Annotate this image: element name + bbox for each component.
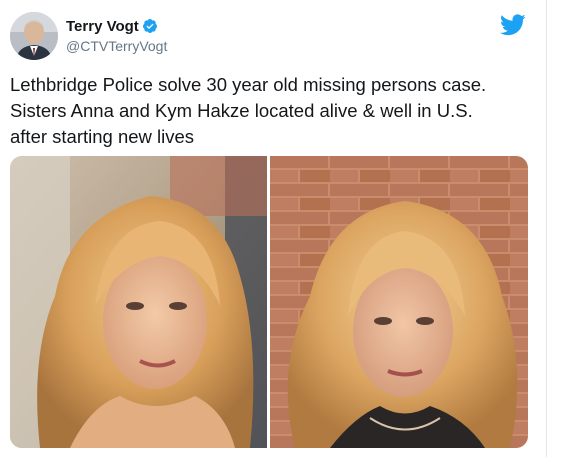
tweet-header: Terry Vogt @CTVTerryVogt xyxy=(10,10,167,62)
verified-badge-icon xyxy=(142,18,158,34)
name-row: Terry Vogt xyxy=(66,17,167,36)
tweet-text: Lethbridge Police solve 30 year old miss… xyxy=(10,74,487,147)
display-name[interactable]: Terry Vogt xyxy=(66,17,139,36)
twitter-bird-icon[interactable] xyxy=(499,14,526,36)
tweet-media[interactable] xyxy=(10,156,528,448)
author-names: Terry Vogt @CTVTerryVogt xyxy=(66,17,167,56)
card-border xyxy=(546,0,547,457)
handle[interactable]: @CTVTerryVogt xyxy=(66,37,167,56)
photo-of-kym-hakze[interactable] xyxy=(270,156,528,448)
tweet-card[interactable]: Terry Vogt @CTVTerryVogt Lethbridge Poli… xyxy=(0,0,568,457)
photo-of-anna-hakze[interactable] xyxy=(10,156,267,448)
avatar[interactable] xyxy=(10,12,58,60)
